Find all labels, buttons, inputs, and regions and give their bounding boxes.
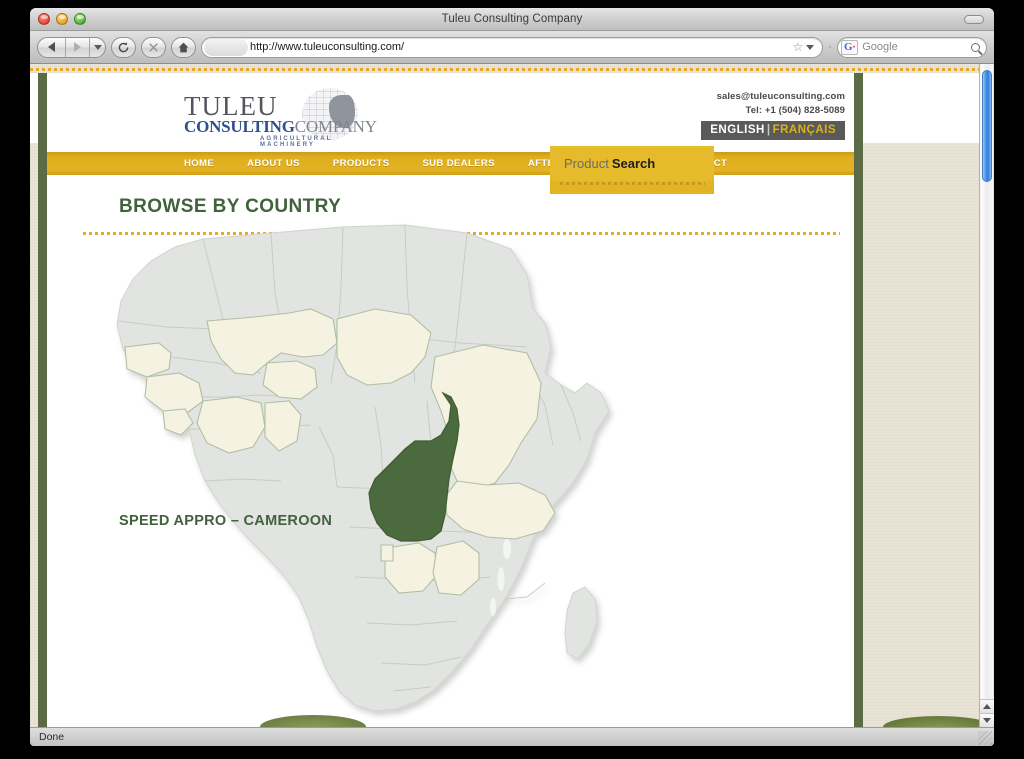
product-search-label-search: Search bbox=[611, 156, 656, 171]
language-separator: | bbox=[766, 124, 771, 136]
vertical-scrollbar[interactable] bbox=[979, 64, 994, 727]
selected-country-label: SPEED APPRO – CAMEROON bbox=[119, 513, 333, 529]
header-contact-block: sales@tuleuconsulting.com Tel: +1 (504) … bbox=[701, 90, 845, 140]
forward-button[interactable] bbox=[66, 37, 90, 57]
logo-word-consulting: CONSULTING bbox=[184, 117, 295, 136]
reload-button[interactable] bbox=[111, 36, 136, 58]
browser-viewport: TULEU CONSULTINGCOMPANY AGRICULTURAL MAC… bbox=[30, 64, 994, 727]
site-header: TULEU CONSULTINGCOMPANY AGRICULTURAL MAC… bbox=[47, 82, 854, 152]
window-resize-grip[interactable] bbox=[978, 731, 992, 745]
language-switcher: ENGLISH | FRANÇAIS bbox=[701, 121, 845, 140]
scroll-down-button[interactable] bbox=[980, 713, 994, 727]
close-icon bbox=[149, 42, 158, 52]
footer-grass-mound-right bbox=[883, 716, 979, 727]
star-icon[interactable]: ☆ bbox=[793, 40, 804, 54]
site-content-column: TULEU CONSULTINGCOMPANY AGRICULTURAL MAC… bbox=[38, 73, 863, 727]
reload-icon bbox=[118, 41, 129, 52]
browser-statusbar: Done bbox=[30, 727, 994, 746]
product-search-label-product: Product bbox=[564, 156, 609, 171]
logo-line-consulting-company: CONSULTINGCOMPANY bbox=[184, 117, 377, 137]
browser-titlebar: Tuleu Consulting Company bbox=[30, 8, 994, 31]
toolbar-toggle-button[interactable] bbox=[964, 14, 984, 24]
nav-item-products[interactable]: PRODUCTS bbox=[333, 158, 390, 169]
africa-base-shape bbox=[116, 224, 610, 712]
toolbar-separator: · bbox=[828, 41, 832, 53]
africa-map-svg[interactable] bbox=[75, 197, 685, 727]
country-madagascar bbox=[564, 586, 598, 660]
history-dropdown-button[interactable] bbox=[90, 38, 105, 57]
contact-email[interactable]: sales@tuleuconsulting.com bbox=[701, 90, 845, 104]
web-page: TULEU CONSULTINGCOMPANY AGRICULTURAL MAC… bbox=[30, 64, 979, 727]
address-bar[interactable]: http://www.tuleuconsulting.com/ ☆ bbox=[201, 36, 824, 58]
back-button[interactable] bbox=[38, 37, 66, 57]
nav-item-home[interactable]: HOME bbox=[184, 158, 214, 169]
nav-item-about-us[interactable]: ABOUT US bbox=[247, 158, 300, 169]
window-controls bbox=[38, 8, 86, 30]
africa-map[interactable] bbox=[47, 175, 854, 727]
main-content-panel: BROWSE BY COUNTRY SPEED APPRO – CAMEROON bbox=[47, 175, 854, 727]
map-continent-group bbox=[116, 224, 610, 712]
desktop-background: Tuleu Consulting Company http://www.tule… bbox=[0, 0, 1024, 759]
address-bar-site-chip bbox=[204, 38, 248, 56]
scroll-up-button[interactable] bbox=[980, 699, 994, 713]
home-button[interactable] bbox=[171, 36, 196, 58]
browser-window: Tuleu Consulting Company http://www.tule… bbox=[30, 8, 994, 746]
chevron-down-icon bbox=[93, 44, 102, 50]
home-icon bbox=[178, 42, 189, 52]
country-equatorial-guinea[interactable] bbox=[380, 544, 394, 562]
scrollbar-thumb[interactable] bbox=[982, 70, 992, 182]
chevron-up-icon bbox=[983, 704, 991, 709]
search-input[interactable]: Google bbox=[862, 41, 967, 53]
product-search-dotted-divider bbox=[560, 182, 705, 185]
window-title: Tuleu Consulting Company bbox=[441, 13, 583, 25]
navigation-button-group bbox=[37, 36, 106, 58]
contact-phone: Tel: +1 (504) 828-5089 bbox=[745, 105, 845, 116]
close-window-button[interactable] bbox=[38, 13, 50, 25]
browser-toolbar: http://www.tuleuconsulting.com/ ☆ · G· G… bbox=[30, 31, 994, 64]
google-icon[interactable]: G· bbox=[841, 39, 859, 55]
main-navigation: HOME ABOUT US PRODUCTS SUB DEALERS AFTER… bbox=[47, 152, 854, 175]
address-bar-actions: ☆ bbox=[793, 40, 819, 54]
status-text: Done bbox=[39, 731, 65, 743]
forward-arrow-icon bbox=[74, 42, 81, 52]
stop-button[interactable] bbox=[141, 36, 166, 58]
chevron-down-icon bbox=[983, 718, 991, 723]
logo-tagline: AGRICULTURAL MACHINERY bbox=[260, 136, 333, 148]
product-search-panel[interactable]: Product Search bbox=[550, 146, 714, 257]
site-logo[interactable]: TULEU CONSULTINGCOMPANY AGRICULTURAL MAC… bbox=[184, 88, 377, 148]
search-bar[interactable]: G· Google bbox=[837, 36, 987, 58]
nav-item-sub-dealers[interactable]: SUB DEALERS bbox=[422, 158, 495, 169]
product-search-button[interactable]: Product Search bbox=[550, 146, 714, 181]
minimize-window-button[interactable] bbox=[56, 13, 68, 25]
language-option-francais[interactable]: FRANÇAIS bbox=[773, 124, 836, 136]
search-icon bbox=[971, 42, 980, 52]
back-arrow-icon bbox=[48, 42, 55, 52]
chevron-down-icon[interactable] bbox=[806, 44, 815, 50]
maximize-window-button[interactable] bbox=[74, 13, 86, 25]
language-option-english[interactable]: ENGLISH bbox=[710, 124, 765, 136]
top-dotted-divider bbox=[30, 68, 979, 71]
logo-word-company: COMPANY bbox=[294, 117, 377, 136]
url-text: http://www.tuleuconsulting.com/ bbox=[250, 41, 405, 53]
